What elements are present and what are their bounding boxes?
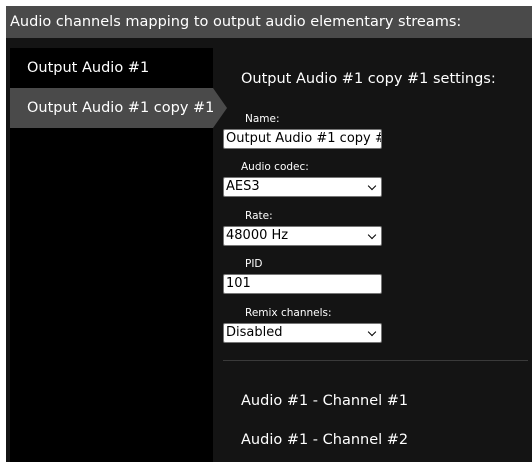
channel-item-1[interactable]: Audio #1 - Channel #1 — [241, 393, 408, 409]
chevron-down-icon — [367, 327, 377, 337]
settings-title: Output Audio #1 copy #1 settings: — [241, 71, 496, 87]
output-stream-list: Output Audio #1 Output Audio #1 copy #1 — [10, 48, 227, 462]
section-divider — [223, 360, 528, 361]
remix-channels-select[interactable]: Disabled — [223, 323, 382, 343]
chevron-down-icon — [367, 181, 377, 191]
settings-pane: Output Audio #1 copy #1 settings: Name: … — [223, 38, 532, 462]
rate-select[interactable]: 48000 Hz — [223, 226, 382, 246]
audio-codec-label: Audio codec: — [241, 161, 309, 173]
pid-input[interactable]: 101 — [223, 274, 382, 294]
audio-codec-select[interactable]: AES3 — [223, 177, 382, 197]
name-input[interactable]: Output Audio #1 copy #1 — [223, 129, 382, 149]
sidebar-item-output-audio-1-copy-1[interactable]: Output Audio #1 copy #1 — [10, 88, 214, 128]
sidebar-item-output-audio-1[interactable]: Output Audio #1 — [10, 48, 213, 88]
chevron-down-icon — [367, 230, 377, 240]
name-label: Name: — [245, 113, 280, 125]
remix-channels-label: Remix channels: — [245, 307, 332, 319]
audio-codec-value: AES3 — [226, 179, 260, 194]
rate-value: 48000 Hz — [226, 228, 289, 243]
audio-mapping-panel: Audio channels mapping to output audio e… — [6, 6, 532, 462]
remix-channels-value: Disabled — [226, 325, 283, 340]
channel-item-2[interactable]: Audio #1 - Channel #2 — [241, 432, 408, 448]
panel-header: Audio channels mapping to output audio e… — [6, 6, 532, 38]
rate-label: Rate: — [245, 210, 273, 222]
pid-label: PID — [245, 258, 263, 270]
